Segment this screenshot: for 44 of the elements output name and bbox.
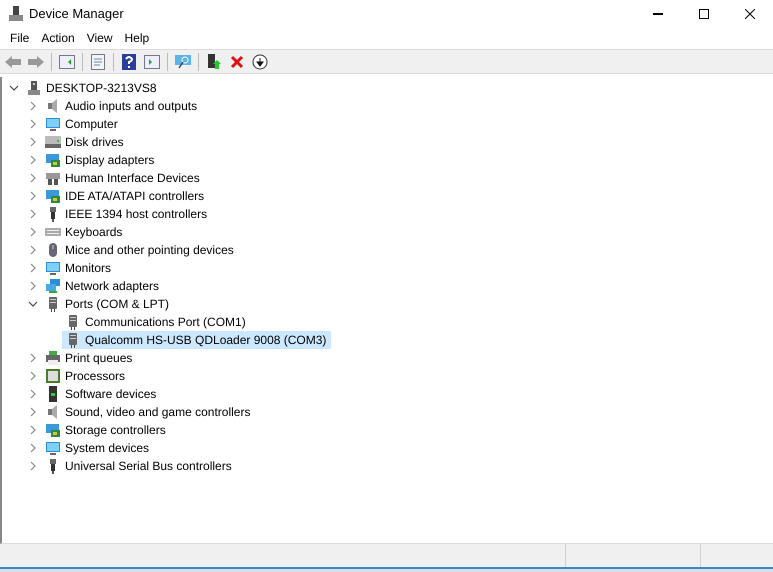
menu-item[interactable]: View — [80, 29, 118, 47]
monitor-icon — [45, 260, 61, 276]
collapse-chevron-icon[interactable] — [9, 83, 19, 93]
menu-item[interactable]: File — [4, 29, 36, 47]
tree-item[interactable]: Processors — [42, 367, 130, 385]
adapter-card-icon — [45, 422, 61, 438]
tree-item[interactable]: Keyboards — [42, 223, 128, 241]
window-title: Device Manager — [29, 4, 124, 23]
menu-item[interactable]: Help — [118, 29, 156, 47]
menu-item[interactable]: Action — [35, 29, 81, 47]
close-icon — [745, 8, 755, 18]
tree-item[interactable]: System devices — [42, 439, 154, 457]
tree-item[interactable]: Audio inputs and outputs — [42, 97, 202, 115]
maximize-icon — [699, 8, 709, 18]
tree-item[interactable]: Sound, video and game controllers — [42, 403, 256, 421]
monitor-icon — [45, 116, 61, 132]
tree-item[interactable]: Communications Port (COM1) — [62, 313, 251, 331]
tree-item[interactable]: Storage controllers — [42, 421, 171, 439]
tree-item[interactable]: Human Interface Devices — [42, 169, 205, 187]
tree-item[interactable]: Universal Serial Bus controllers — [42, 457, 237, 475]
printer-icon — [45, 350, 61, 366]
tree-item[interactable]: Print queues — [42, 349, 138, 367]
adapter-card-icon — [45, 188, 61, 204]
tree-item[interactable]: IEEE 1394 host controllers — [42, 205, 212, 223]
tree-item[interactable]: Mice and other pointing devices — [42, 241, 239, 259]
chip-icon — [45, 368, 61, 384]
collapse-chevron-icon[interactable] — [28, 299, 38, 309]
disk-drive-icon — [45, 134, 61, 150]
tree-item[interactable]: Network adapters — [42, 277, 164, 295]
tree-item[interactable]: Display adapters — [42, 151, 160, 169]
tree-item[interactable]: IDE ATA/ATAPI controllers — [42, 187, 210, 205]
keyboard-joystick-icon — [45, 170, 61, 186]
network-icon — [45, 278, 61, 294]
tree-item[interactable]: Software devices — [42, 385, 162, 403]
adapter-card-icon — [45, 152, 61, 168]
tree-item[interactable]: Disk drives — [42, 133, 129, 151]
tree-item[interactable]: DESKTOP-3213VS8 — [23, 79, 162, 97]
tree-item[interactable]: Computer — [42, 115, 123, 133]
computer-tower-icon — [26, 80, 42, 96]
tree-item[interactable]: Monitors — [42, 259, 116, 277]
tree-item[interactable]: Qualcomm HS-USB QDLoader 9008 (COM3) — [62, 331, 332, 349]
monitor-icon — [45, 440, 61, 456]
tree-item[interactable]: Ports (COM & LPT) — [42, 295, 174, 313]
computer-tower-icon — [9, 6, 23, 22]
